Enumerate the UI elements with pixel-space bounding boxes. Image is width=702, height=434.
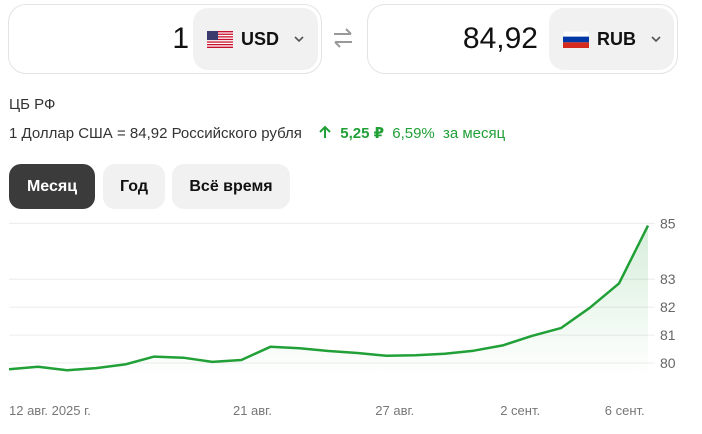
data-point[interactable] [210, 360, 214, 364]
data-point[interactable] [268, 345, 272, 349]
x-tick-label: 27 авг. [375, 403, 414, 418]
to-amount-input[interactable]: 84,92 [378, 5, 538, 73]
data-point[interactable] [356, 351, 360, 355]
y-tick-label: 82 [660, 299, 676, 315]
x-tick-label: 2 сент. [500, 403, 540, 418]
from-converter: 1 USD [8, 4, 322, 74]
y-tick-label: 83 [660, 271, 676, 287]
x-tick-label: 6 сент. [605, 403, 645, 418]
chart-y-axis: 85 83 82 81 80 [660, 215, 676, 371]
data-point[interactable] [588, 306, 592, 310]
data-point[interactable] [36, 365, 40, 369]
to-currency-code: RUB [597, 28, 636, 49]
data-point[interactable] [297, 346, 301, 350]
chevron-down-icon [651, 36, 661, 43]
us-flag-icon [207, 30, 233, 48]
period-button-month[interactable]: Месяц [9, 164, 95, 209]
ru-flag-icon [563, 30, 589, 48]
data-point[interactable] [530, 334, 534, 338]
from-amount-input[interactable]: 1 [19, 5, 189, 73]
chart-area-fill [9, 225, 648, 377]
to-converter: 84,92 RUB [367, 4, 678, 74]
chart-x-axis: 12 авг. 2025 г. 21 авг. 27 авг. 2 сент. 6 се… [9, 403, 645, 418]
data-point[interactable] [123, 362, 127, 366]
rate-change-value: 5,25 ₽ [340, 125, 385, 142]
x-tick-label: 21 авг. [233, 403, 272, 418]
swap-arrows-icon[interactable] [330, 26, 356, 50]
rate-chart: 85 83 82 81 80 12 авг. 2025 г. 21 авг. 27 авг.… [7, 215, 676, 418]
from-currency-code: USD [241, 28, 280, 49]
data-point[interactable] [646, 224, 650, 228]
data-point[interactable] [181, 356, 185, 360]
from-currency-select[interactable]: USD [193, 8, 318, 70]
y-tick-label: 80 [660, 355, 676, 371]
rate-summary: 1 Доллар США = 84,92 Российского рубля 5… [9, 124, 505, 142]
rate-change-period: за месяц [442, 125, 506, 142]
y-tick-label: 81 [660, 327, 676, 343]
data-point[interactable] [559, 326, 563, 330]
data-point[interactable] [385, 354, 389, 358]
data-point[interactable] [7, 367, 11, 371]
data-point[interactable] [239, 358, 243, 362]
data-point[interactable] [443, 352, 447, 356]
chevron-down-icon [294, 36, 304, 43]
y-tick-label: 85 [660, 215, 676, 231]
data-point[interactable] [414, 353, 418, 357]
x-tick-label: 12 авг. 2025 г. [9, 403, 91, 418]
data-point[interactable] [152, 355, 156, 359]
data-point[interactable] [327, 349, 331, 353]
rate-text: 1 Доллар США = 84,92 Российского рубля [9, 125, 302, 142]
data-point[interactable] [65, 368, 69, 372]
period-button-year[interactable]: Год [103, 164, 165, 209]
period-button-all-time[interactable]: Всё время [172, 164, 290, 209]
arrow-up-icon [319, 125, 331, 138]
data-point[interactable] [472, 349, 476, 353]
rate-source: ЦБ РФ [9, 96, 56, 113]
data-point[interactable] [617, 281, 621, 285]
data-point[interactable] [94, 366, 98, 370]
rate-change-percent: 6,59% [392, 125, 435, 142]
data-point[interactable] [501, 343, 505, 347]
to-currency-select[interactable]: RUB [549, 8, 674, 70]
